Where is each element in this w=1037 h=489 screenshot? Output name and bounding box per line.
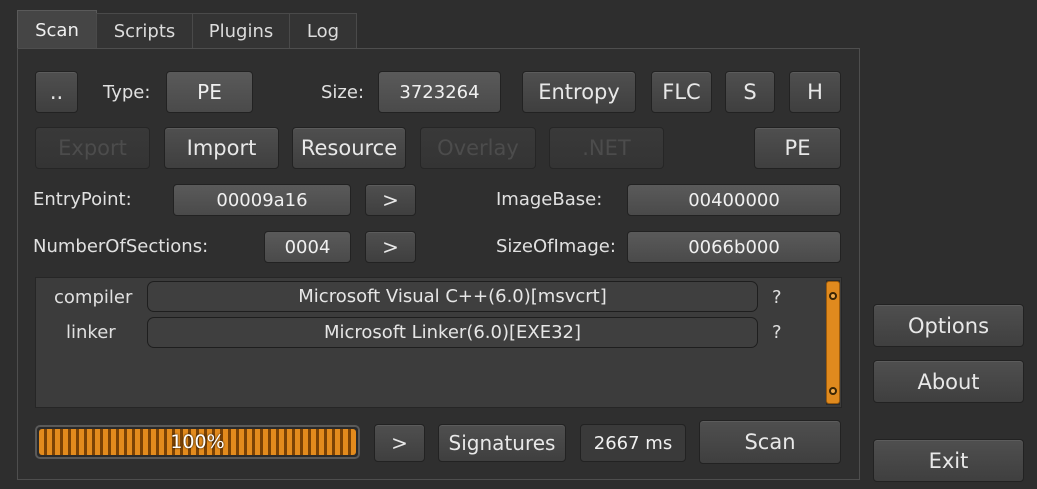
tab-log[interactable]: Log <box>289 13 357 48</box>
pe-button[interactable]: PE <box>754 127 841 169</box>
signatures-button[interactable]: Signatures <box>438 424 566 462</box>
size-label: Size: <box>321 82 365 103</box>
import-button[interactable]: Import <box>164 127 279 169</box>
parent-dir-button[interactable]: .. <box>35 71 78 113</box>
entrypoint-label: EntryPoint: <box>33 189 132 210</box>
entrypoint-disasm-button[interactable]: > <box>365 184 416 216</box>
detection-info-button[interactable]: ? <box>772 287 782 308</box>
type-label: Type: <box>103 82 151 103</box>
scan-time-value: 2667 ms <box>580 424 686 462</box>
about-button[interactable]: About <box>873 360 1024 403</box>
detection-name[interactable]: Microsoft Linker(6.0)[EXE32] <box>147 317 758 348</box>
type-value[interactable]: PE <box>166 71 253 113</box>
entropy-button[interactable]: Entropy <box>522 71 636 113</box>
h-button[interactable]: H <box>789 71 841 113</box>
resource-button[interactable]: Resource <box>292 127 406 169</box>
sections-open-button[interactable]: > <box>365 231 416 263</box>
detection-info-button[interactable]: ? <box>772 322 782 343</box>
tab-plugins[interactable]: Plugins <box>192 13 290 48</box>
flc-button[interactable]: FLC <box>651 71 712 113</box>
options-button[interactable]: Options <box>873 304 1024 347</box>
sections-value: 0004 <box>264 231 351 263</box>
overlay-button[interactable]: Overlay <box>420 127 536 169</box>
s-button[interactable]: S <box>725 71 775 113</box>
scroll-down-icon[interactable] <box>829 387 837 395</box>
net-button[interactable]: .NET <box>549 127 664 169</box>
detection-type: linker <box>66 322 116 343</box>
imagebase-label: ImageBase: <box>496 189 603 210</box>
scroll-up-icon[interactable] <box>829 292 837 300</box>
exit-button[interactable]: Exit <box>873 439 1024 482</box>
next-button[interactable]: > <box>374 424 425 462</box>
detection-name[interactable]: Microsoft Visual C++(6.0)[msvcrt] <box>147 281 758 312</box>
imagebase-value: 00400000 <box>627 184 841 216</box>
entrypoint-value: 00009a16 <box>173 184 351 216</box>
tab-scripts[interactable]: Scripts <box>96 13 193 48</box>
sizeofimage-value: 0066b000 <box>627 231 841 263</box>
progress-text: 100% <box>170 431 225 453</box>
scan-progress-bar: 100% <box>35 425 360 459</box>
sections-label: NumberOfSections: <box>33 236 209 257</box>
detection-type: compiler <box>54 287 133 308</box>
scan-button[interactable]: Scan <box>699 420 841 464</box>
tab-scan[interactable]: Scan <box>17 10 97 50</box>
export-button[interactable]: Export <box>35 127 150 169</box>
size-value: 3723264 <box>378 71 501 113</box>
sizeofimage-label: SizeOfImage: <box>496 236 616 257</box>
